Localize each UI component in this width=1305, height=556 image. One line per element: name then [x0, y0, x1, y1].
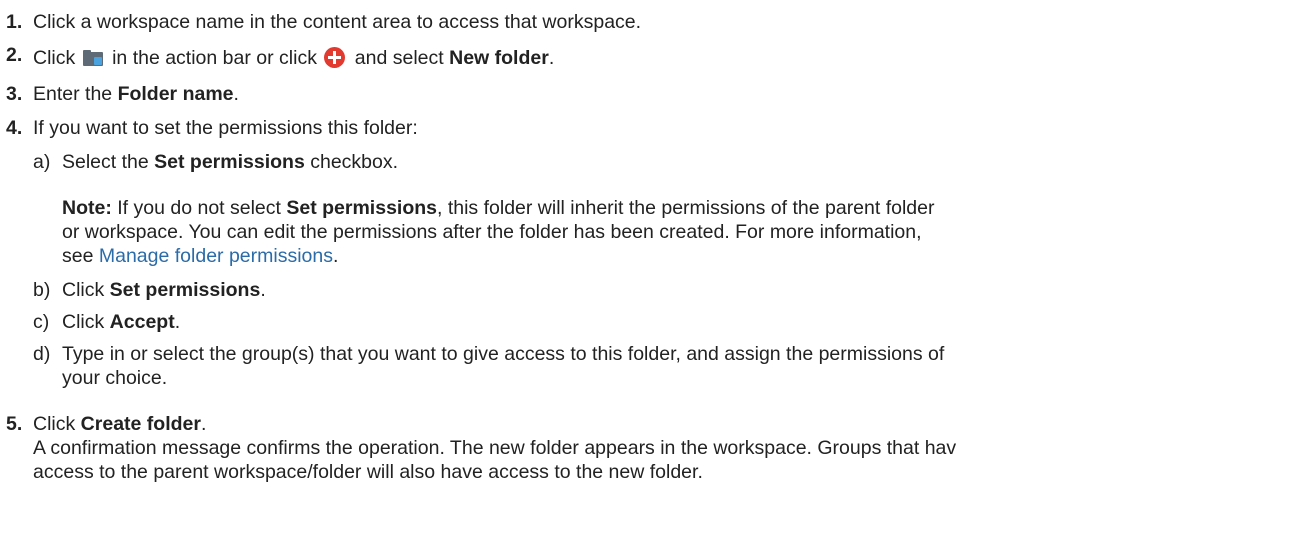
ui-term: New folder [449, 47, 549, 69]
punctuation: . [260, 279, 266, 301]
substep-text-post: checkbox. [310, 151, 399, 173]
punctuation: . [200, 413, 207, 435]
ui-term: Set permissions [286, 197, 437, 219]
step-number: 4. [6, 117, 23, 139]
substep-text-pre: Click [62, 311, 105, 333]
note-text: see Manage folder permissions. [62, 244, 338, 268]
substep-text: Click Set permissions. [62, 278, 266, 302]
step-text: If you want to set the permissions this … [33, 117, 418, 139]
substep-text: Type in or select the group(s) that you … [62, 343, 945, 365]
step-number: 1. [6, 11, 23, 33]
punctuation: . [174, 311, 181, 333]
ui-term: Create folder [80, 413, 201, 435]
punctuation: . [233, 83, 239, 105]
note-text-post: , this folder will inherit the permissio… [437, 197, 935, 219]
step-result-text: A confirmation message confirms the oper… [33, 437, 957, 459]
step-text-pre: Click [33, 413, 76, 435]
step-text: Enter the Folder name. [33, 82, 239, 106]
substep-text-pre: Click [62, 279, 105, 301]
step-text-post: and select [354, 47, 444, 69]
step-number: 3. [6, 83, 23, 105]
manage-folder-permissions-link[interactable]: Manage folder permissions [99, 245, 333, 267]
new-folder-icon[interactable] [82, 50, 103, 66]
substep-letter: c) [33, 311, 50, 333]
step-text-mid: in the action bar or click [112, 47, 317, 69]
step-text: Click Create folder. [33, 412, 206, 436]
step-text: Click in the action bar or click and sel… [33, 46, 554, 70]
procedure-document: 1. Click a workspace name in the content… [0, 0, 1305, 556]
note-text-pre: If you do not select [117, 197, 281, 219]
ui-term: Set permissions [109, 279, 261, 301]
substep-letter: d) [33, 343, 51, 365]
step-number: 5. [6, 413, 23, 435]
ui-term: Folder name [117, 83, 234, 105]
step-text-pre: Click [33, 47, 76, 69]
substep-letter: a) [33, 151, 51, 173]
note-text: or workspace. You can edit the permissio… [62, 221, 922, 243]
step-number: 2. [6, 44, 23, 66]
step-text: Click a workspace name in the content ar… [33, 11, 642, 33]
substep-text: your choice. [62, 367, 168, 389]
step-result-text: access to the parent workspace/folder wi… [33, 461, 703, 483]
punctuation: . [333, 245, 339, 267]
ui-term: Set permissions [154, 151, 305, 173]
add-circle-icon[interactable] [324, 47, 346, 68]
punctuation: . [548, 47, 555, 69]
note-text-pre: see [62, 245, 94, 267]
substep-text: Select the Set permissions checkbox. [62, 150, 398, 174]
substep-letter: b) [33, 279, 51, 301]
note-label: Note: [62, 197, 112, 219]
ui-term: Accept [109, 311, 175, 333]
substep-text-pre: Select the [62, 151, 149, 173]
substep-text: Click Accept. [62, 310, 180, 334]
step-text-pre: Enter the [33, 83, 113, 105]
note-text: Note: If you do not select Set permissio… [62, 196, 935, 220]
